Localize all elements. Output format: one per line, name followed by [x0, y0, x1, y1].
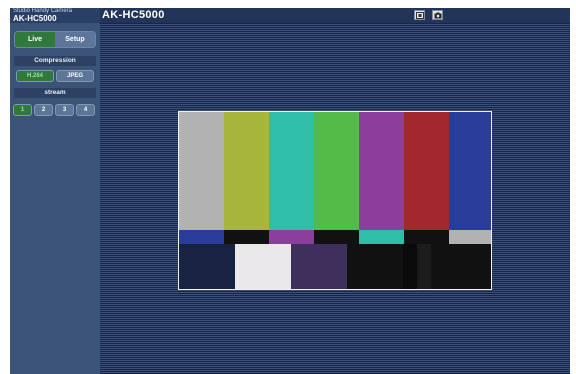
camera-button[interactable] — [432, 10, 443, 20]
header-bar: Studio Handy Camera AK-HC5000 AK-HC5000 — [10, 8, 570, 23]
pluge-block-4 — [347, 244, 403, 289]
stream-3-button[interactable]: 3 — [56, 105, 73, 115]
color-bar-1 — [179, 112, 224, 230]
snapshot-button[interactable] — [414, 10, 425, 20]
color-bar-2 — [224, 112, 269, 230]
reverse-bar-2 — [224, 230, 269, 244]
camera-web-interface: Studio Handy Camera AK-HC5000 AK-HC5000 … — [10, 8, 570, 374]
compression-header: Compression — [14, 56, 96, 66]
stream-header: stream — [14, 88, 96, 98]
reverse-bar-1 — [179, 230, 224, 244]
reverse-bar-5 — [359, 230, 404, 244]
snapshot-icon — [415, 11, 424, 19]
stream-2-button[interactable]: 2 — [35, 105, 52, 115]
pluge-block-2 — [235, 244, 291, 289]
reverse-bar-7 — [449, 230, 491, 244]
pluge-block-7 — [431, 244, 491, 289]
color-bar-6 — [404, 112, 449, 230]
reverse-bar-3 — [269, 230, 314, 244]
camera-icon — [434, 12, 441, 18]
compression-jpeg-button[interactable]: JPEG — [57, 71, 93, 81]
color-bar-4 — [314, 112, 359, 230]
video-frame[interactable] — [178, 111, 492, 290]
live-view-area — [100, 23, 570, 374]
reverse-bar-6 — [404, 230, 449, 244]
color-bar-3 — [269, 112, 314, 230]
mode-switch: Live Setup — [15, 32, 95, 47]
brand-block: Studio Handy Camera AK-HC5000 — [10, 8, 100, 23]
page-title: AK-HC5000 — [102, 9, 165, 21]
color-bar-7 — [449, 112, 491, 230]
color-bar-5 — [359, 112, 404, 230]
pluge-block-1 — [179, 244, 235, 289]
brand-model: AK-HC5000 — [13, 14, 57, 23]
pluge-block-3 — [291, 244, 347, 289]
pluge-block-6 — [417, 244, 431, 289]
tab-live[interactable]: Live — [15, 32, 55, 47]
stream-4-button[interactable]: 4 — [77, 105, 94, 115]
color-bars-image — [179, 112, 491, 289]
compression-h264-button[interactable]: H.264 — [17, 71, 53, 81]
reverse-bar-4 — [314, 230, 359, 244]
stream-1-button[interactable]: 1 — [14, 105, 31, 115]
tab-setup[interactable]: Setup — [55, 32, 95, 47]
pluge-block-5 — [403, 244, 417, 289]
sidebar: Live Setup Compression H.264 JPEG stream… — [10, 23, 100, 374]
